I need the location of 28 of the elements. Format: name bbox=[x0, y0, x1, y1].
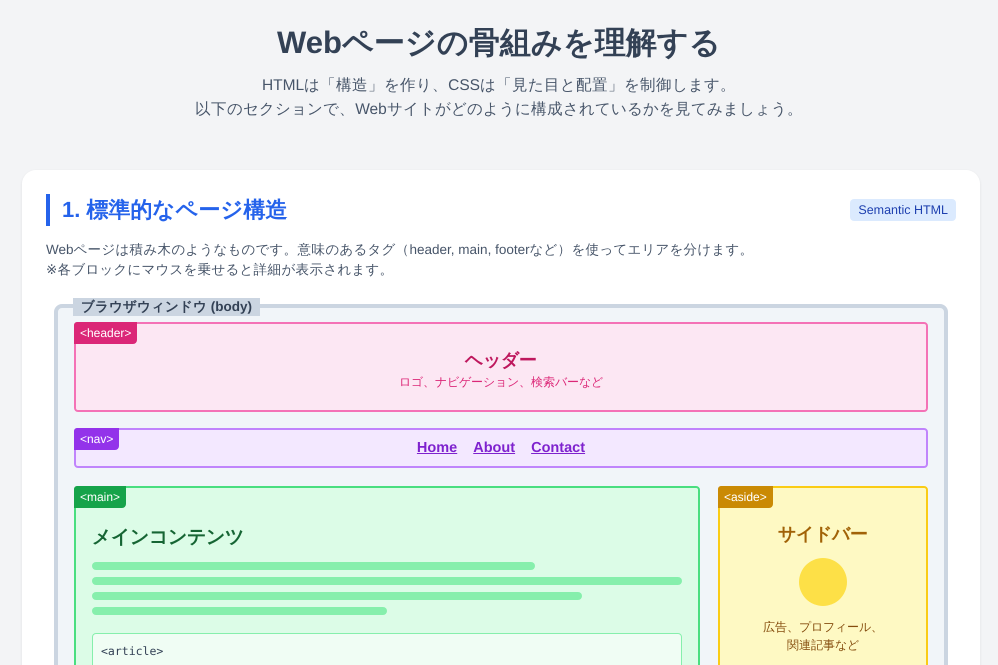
sidebar-caption: 広告、プロフィール、 bbox=[763, 619, 883, 636]
circle-icon bbox=[799, 558, 847, 606]
description-line: ※各ブロックにマウスを乗せると詳細が表示されます。 bbox=[46, 261, 394, 279]
header-caption: ロゴ、ナビゲーション、検索バーなど bbox=[399, 374, 603, 391]
sidebar-caption: 関連記事など bbox=[787, 637, 859, 654]
nav-block[interactable]: <nav> Home About Contact bbox=[74, 428, 928, 468]
sidebar-title: サイドバー bbox=[778, 523, 868, 546]
nav-link[interactable]: Contact bbox=[531, 440, 586, 456]
tag-badge: Semantic HTML bbox=[850, 199, 956, 221]
section-heading: 1. 標準的なページ構造 bbox=[46, 194, 288, 226]
tag-label: <nav> bbox=[74, 428, 120, 450]
main-block[interactable]: <main> メインコンテンツ <article> bbox=[74, 486, 700, 665]
nav-link[interactable]: Home bbox=[416, 440, 458, 456]
article-block[interactable]: <article> bbox=[92, 633, 682, 665]
aside-block[interactable]: <aside> サイドバー 広告、プロフィール、 関連記事など bbox=[718, 486, 928, 665]
subtitle-line: 以下のセクションで、Webサイトがどのように構成されているかを見てみましょう。 bbox=[195, 100, 803, 120]
page-title: Webページの骨組みを理解する bbox=[276, 24, 722, 62]
header-block[interactable]: <header> ヘッダー ロゴ、ナビゲーション、検索バーなど bbox=[74, 322, 928, 412]
description-line: Webページは積み木のようなものです。意味のあるタグ（header, main, footerなど）を使ってエリアを分けます。 bbox=[46, 241, 755, 259]
tag-label: <aside> bbox=[718, 486, 773, 508]
main-title: メインコンテンツ bbox=[92, 526, 245, 550]
tag-label: <header> bbox=[74, 322, 138, 344]
body-label: ブラウザウィンドウ (body) bbox=[73, 298, 260, 316]
tag-label: <main> bbox=[74, 486, 126, 508]
nav-link[interactable]: About bbox=[473, 440, 516, 456]
article-tag: <article> bbox=[101, 644, 164, 658]
subtitle-line: HTMLは「構造」を作り、CSSは「見た目と配置」を制御します。 bbox=[262, 76, 736, 96]
header-title: ヘッダー bbox=[465, 349, 537, 372]
